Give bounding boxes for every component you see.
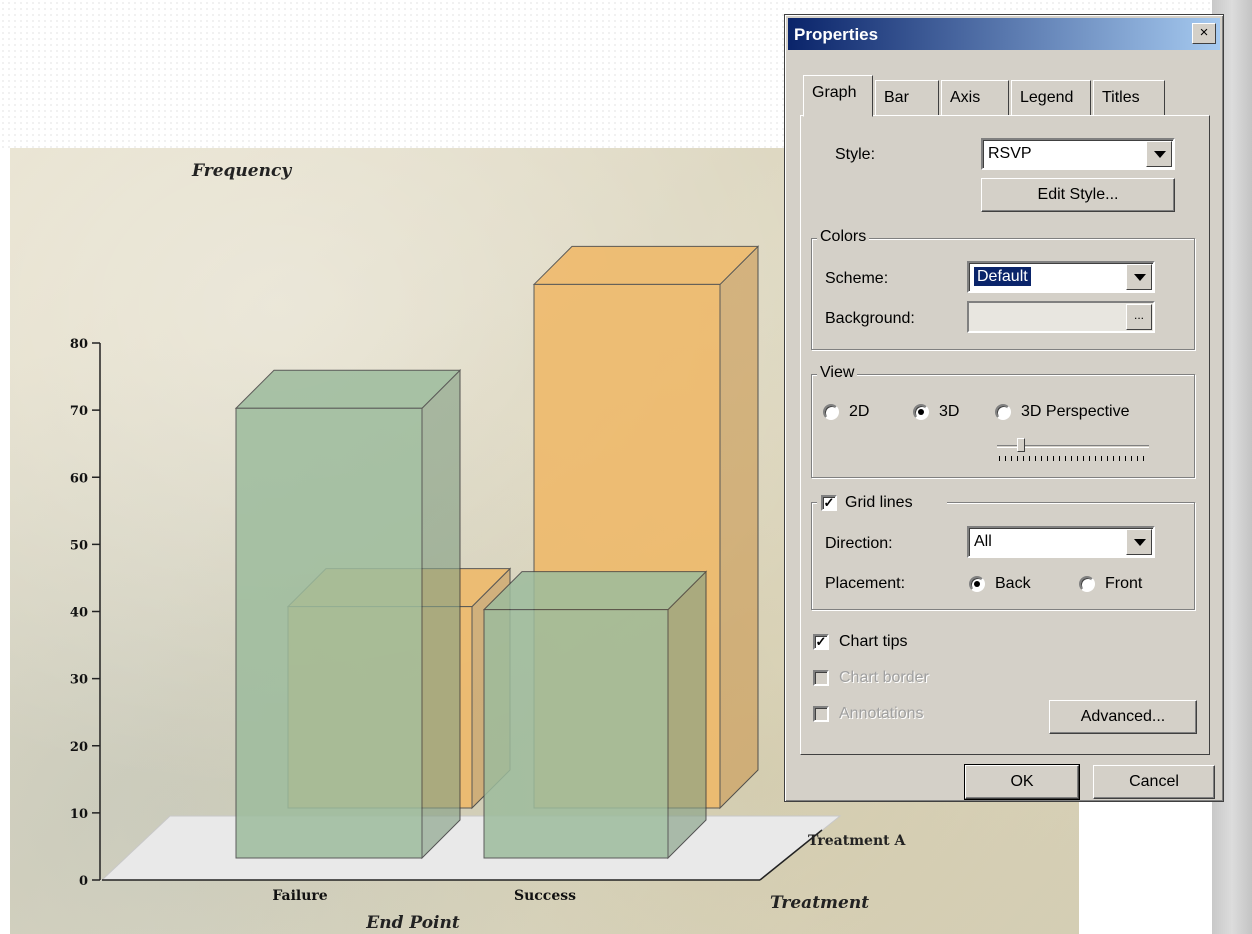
bar-top [532, 245, 760, 285]
bar-front-failure [234, 369, 462, 860]
y-tick-label: 80 [70, 337, 88, 352]
x-tick-label: Failure [272, 888, 327, 904]
scheme-value: Default [974, 267, 1031, 286]
y-axis-title: Frequency [191, 161, 292, 181]
grid-lines-label: Grid lines [845, 494, 913, 511]
bar-front [235, 407, 423, 859]
chart-floor [100, 815, 842, 881]
y-tick-label: 10 [70, 807, 88, 822]
bar-side [667, 570, 707, 860]
direction-select[interactable]: All [967, 526, 1155, 558]
bar-side [421, 369, 461, 860]
view-group-label: View [817, 364, 858, 382]
annotations-checkbox[interactable] [813, 706, 829, 722]
annotations-label: Annotations [839, 705, 924, 722]
advanced-button[interactable]: Advanced... [1049, 700, 1197, 734]
placement-label: Placement: [825, 575, 906, 592]
radio-3d-label: 3D [939, 403, 960, 420]
radio-2d[interactable] [823, 404, 839, 420]
close-button[interactable]: × [1192, 23, 1216, 44]
tab-label: Graph [812, 84, 857, 101]
chart-tips-checkbox[interactable]: ✓ [813, 634, 829, 650]
chevron-down-icon[interactable] [1146, 141, 1172, 167]
close-icon: × [1199, 24, 1209, 41]
ok-button[interactable]: OK [964, 764, 1080, 800]
check-icon: ✓ [815, 634, 827, 649]
background-browse-button[interactable]: ... [1126, 304, 1152, 330]
y-tick-label: 50 [70, 538, 88, 553]
dialog-title: Properties [794, 25, 879, 44]
tab-axis[interactable]: Axis [941, 80, 1009, 116]
chevron-down-icon[interactable] [1126, 264, 1152, 290]
properties-dialog: Properties × Graph Bar Axis Legend Title… [784, 14, 1224, 802]
x-tick-label: Success [514, 888, 576, 904]
background-field[interactable]: ... [967, 301, 1155, 333]
tab-graph[interactable]: Graph [803, 75, 873, 117]
scheme-label: Scheme: [825, 270, 889, 287]
x-axis-title: End Point [365, 913, 460, 933]
direction-value: All [974, 533, 992, 550]
tab-bar[interactable]: Bar [875, 80, 939, 116]
tab-label: Legend [1020, 89, 1074, 106]
radio-front[interactable] [1079, 576, 1095, 592]
colors-group [811, 238, 1195, 350]
radio-3d-perspective-label: 3D Perspective [1021, 403, 1130, 420]
style-label: Style: [835, 146, 876, 163]
y-tick-label: 30 [70, 673, 88, 688]
y-tick-label: 60 [70, 471, 88, 486]
style-select[interactable]: RSVP [981, 138, 1175, 170]
direction-label: Direction: [825, 535, 893, 552]
radio-3d-perspective[interactable] [995, 404, 1011, 420]
y-tick-label: 20 [70, 740, 88, 755]
radio-2d-label: 2D [849, 403, 870, 420]
title-bar: Properties × [788, 18, 1220, 50]
perspective-slider[interactable] [997, 438, 1149, 464]
y-tick-label: 0 [79, 874, 88, 889]
bar-front-success [482, 570, 708, 860]
z-axis-title: Treatment [770, 893, 869, 913]
grid-lines-checkbox[interactable]: ✓ [821, 495, 837, 511]
check-icon: ✓ [823, 495, 835, 510]
tab-label: Axis [950, 89, 981, 106]
background-label: Background: [825, 310, 915, 327]
chart-border-checkbox[interactable] [813, 670, 829, 686]
edit-style-button[interactable]: Edit Style... [981, 178, 1175, 212]
radio-front-label: Front [1105, 575, 1143, 592]
bar-top [234, 369, 462, 409]
bar-side [719, 245, 759, 810]
y-tick-label: 40 [70, 606, 88, 621]
colors-group-label: Colors [817, 228, 870, 246]
graph-tab-panel: Style: RSVP Edit Style... Colors Scheme:… [800, 115, 1210, 755]
radio-back-label: Back [995, 575, 1031, 592]
cancel-button[interactable]: Cancel [1093, 765, 1215, 799]
style-value: RSVP [988, 145, 1032, 162]
tab-legend[interactable]: Legend [1011, 80, 1091, 116]
chart-tips-label: Chart tips [839, 633, 908, 650]
bar-top [482, 571, 708, 611]
radio-back[interactable] [969, 576, 985, 592]
chart-border-label: Chart border [839, 669, 929, 686]
bar-front [483, 609, 669, 859]
series-label-treatment-a: Treatment A [808, 833, 906, 849]
scheme-select[interactable]: Default [967, 261, 1155, 293]
chevron-down-icon[interactable] [1126, 529, 1152, 555]
tab-label: Titles [1102, 89, 1140, 106]
y-tick-label: 70 [70, 404, 88, 419]
slider-thumb[interactable] [1017, 438, 1025, 452]
radio-3d[interactable] [913, 404, 929, 420]
tab-label: Bar [884, 89, 909, 106]
tab-titles[interactable]: Titles [1093, 80, 1165, 116]
